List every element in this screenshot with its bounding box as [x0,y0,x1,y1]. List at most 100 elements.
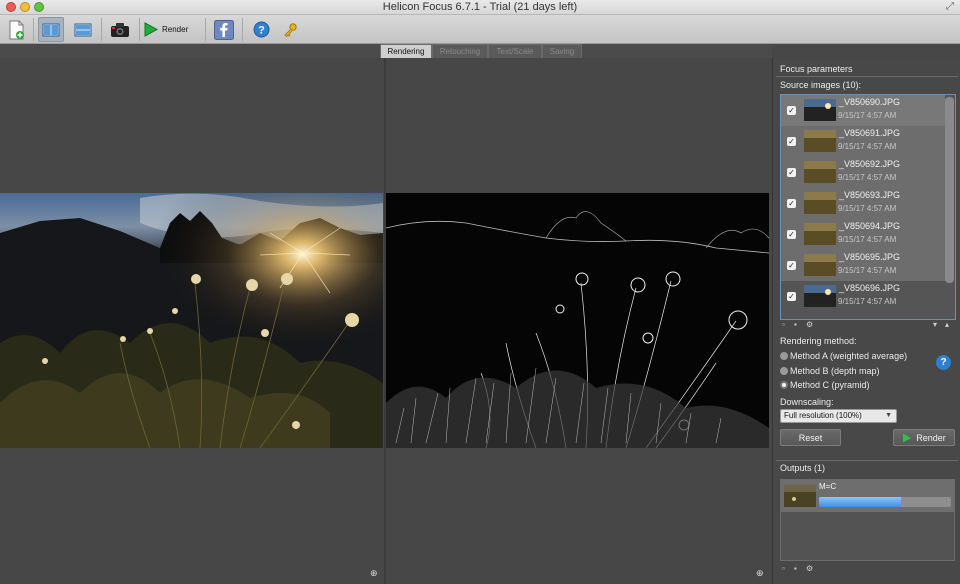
toolbar: Render ? [0,15,960,44]
depth-zoom-icon[interactable]: ⊕ [756,568,764,579]
add-file-icon[interactable]: ▫ [782,320,785,329]
help-icon: ? [253,21,269,38]
add-images-icon [9,20,24,39]
radio-icon[interactable] [780,367,788,375]
source-image-checkbox[interactable]: ✓ [787,168,796,177]
source-image-name: _V850690.JPG [839,97,901,107]
source-image-checkbox[interactable]: ✓ [787,261,796,270]
source-image-checkbox[interactable]: ✓ [787,106,796,115]
source-image-date: 9/15/17 4:57 AM [838,204,897,213]
source-image-row[interactable]: ✓ _V850692.JPG 9/15/17 4:57 AM [781,157,945,188]
source-image-name: _V850693.JPG [839,190,901,200]
fullscreen-icon[interactable]: ⤢ [946,1,954,12]
radio-icon[interactable] [780,352,788,360]
source-image-checkbox[interactable]: ✓ [787,292,796,301]
window-title: Helicon Focus 6.7.1 - Trial (21 days lef… [382,1,578,13]
split-view-button[interactable] [38,17,64,42]
facebook-button[interactable] [212,17,236,42]
method-b-option[interactable]: Method B (depth map) [780,366,880,376]
output-thumbnail [784,485,816,507]
reset-label: Reset [798,432,823,443]
outputs-list[interactable]: M=C [780,479,955,561]
output-gear-icon[interactable]: ⚙ [806,564,813,573]
remove-file-icon[interactable]: ▪ [794,320,797,329]
camera-button[interactable] [107,17,133,42]
source-image-date: 9/15/17 4:57 AM [838,173,897,182]
source-image-checkbox[interactable]: ✓ [787,230,796,239]
output-item[interactable]: M=C [781,480,954,512]
source-image-row[interactable]: ✓ _V850690.JPG 9/15/17 4:57 AM [781,95,945,126]
source-thumbnail [804,130,836,152]
camera-icon [111,22,129,37]
reset-button[interactable]: Reset [780,429,841,446]
chevron-down-icon: ▼ [885,412,892,419]
source-image-row[interactable]: ✓ _V850695.JPG 9/15/17 4:57 AM [781,250,945,281]
stacked-view-icon [74,23,92,36]
toolbar-render-label: Render [162,25,189,34]
tab-saving[interactable]: Saving [542,44,582,58]
method-c-option[interactable]: Method C (pyramid) [780,380,870,390]
tab-text-scale[interactable]: Text/Scale [488,44,542,58]
source-thumbnail [804,254,836,276]
facebook-icon [214,19,234,40]
rendering-method-label: Rendering method: [780,336,857,346]
panel-render-label: Render [916,432,946,443]
source-image-date: 9/15/17 4:57 AM [838,142,897,151]
source-image-name: _V850696.JPG [839,283,901,293]
mode-tabs: Rendering Retouching Text/Scale Saving [0,44,772,58]
source-image-row[interactable]: ✓ _V850693.JPG 9/15/17 4:57 AM [781,188,945,219]
tab-rendering[interactable]: Rendering [380,44,432,58]
split-view-icon [42,23,60,36]
output-progress-fill [819,497,901,507]
source-image-checkbox[interactable]: ✓ [787,199,796,208]
source-images-label: Source images (10): [780,80,862,90]
source-image-row[interactable]: ✓ _V850694.JPG 9/15/17 4:57 AM [781,219,945,250]
source-image-date: 9/15/17 4:57 AM [838,111,897,120]
edge-map-image [386,193,769,448]
source-images-list[interactable]: ✓ _V850690.JPG 9/15/17 4:57 AM ✓ _V85069… [780,94,956,320]
title-bar: Helicon Focus 6.7.1 - Trial (21 days lef… [0,0,960,15]
sort-down-icon[interactable]: ▾ [933,320,937,329]
output-progress-bar [819,497,951,507]
depth-preview-image[interactable] [386,193,769,448]
output-new-icon[interactable]: ▫ [782,564,785,573]
source-thumbnail [804,192,836,214]
method-help-icon[interactable]: ? [936,355,951,370]
toolbar-render-button[interactable]: Render [144,17,194,42]
downscaling-value: Full resolution (100%) [784,411,862,420]
add-images-button[interactable] [5,17,27,42]
method-b-label: Method B (depth map) [790,366,880,376]
method-a-option[interactable]: Method A (weighted average) [780,351,907,361]
panel-render-button[interactable]: Render [893,429,955,446]
sunset-flowers-image [0,193,383,448]
result-image-preview[interactable] [0,193,383,448]
downscaling-select[interactable]: Full resolution (100%) ▼ [780,409,897,423]
preview-area: ⊕ ⊕ [0,58,772,584]
source-list-scrollbar[interactable] [945,97,954,283]
radio-selected-icon[interactable] [780,381,788,389]
outputs-label: Outputs (1) [780,463,826,473]
key-icon [284,22,297,37]
render-play-icon [144,22,158,37]
source-image-name: _V850694.JPG [839,221,901,231]
source-image-row[interactable]: ✓ _V850691.JPG 9/15/17 4:57 AM [781,126,945,157]
help-button[interactable]: ? [249,17,273,42]
output-save-icon[interactable]: ▪ [794,564,797,573]
source-image-date: 9/15/17 4:57 AM [838,235,897,244]
app-window: Helicon Focus 6.7.1 - Trial (21 days lef… [0,0,960,584]
result-zoom-icon[interactable]: ⊕ [370,568,378,579]
source-image-name: _V850692.JPG [839,159,901,169]
stacked-view-button[interactable] [70,17,96,42]
source-image-row[interactable]: ✓ _V850696.JPG 9/15/17 4:57 AM [781,281,945,312]
gear-icon[interactable]: ⚙ [806,320,813,329]
source-thumbnail [804,285,836,307]
source-image-checkbox[interactable]: ✓ [787,137,796,146]
source-thumbnail [804,99,836,121]
source-thumbnail [804,223,836,245]
source-image-date: 9/15/17 4:57 AM [838,297,897,306]
license-key-button[interactable] [279,17,301,42]
tab-retouching[interactable]: Retouching [432,44,488,58]
source-thumbnail [804,161,836,183]
sort-up-icon[interactable]: ▴ [945,320,949,329]
downscaling-label: Downscaling: [780,397,834,407]
